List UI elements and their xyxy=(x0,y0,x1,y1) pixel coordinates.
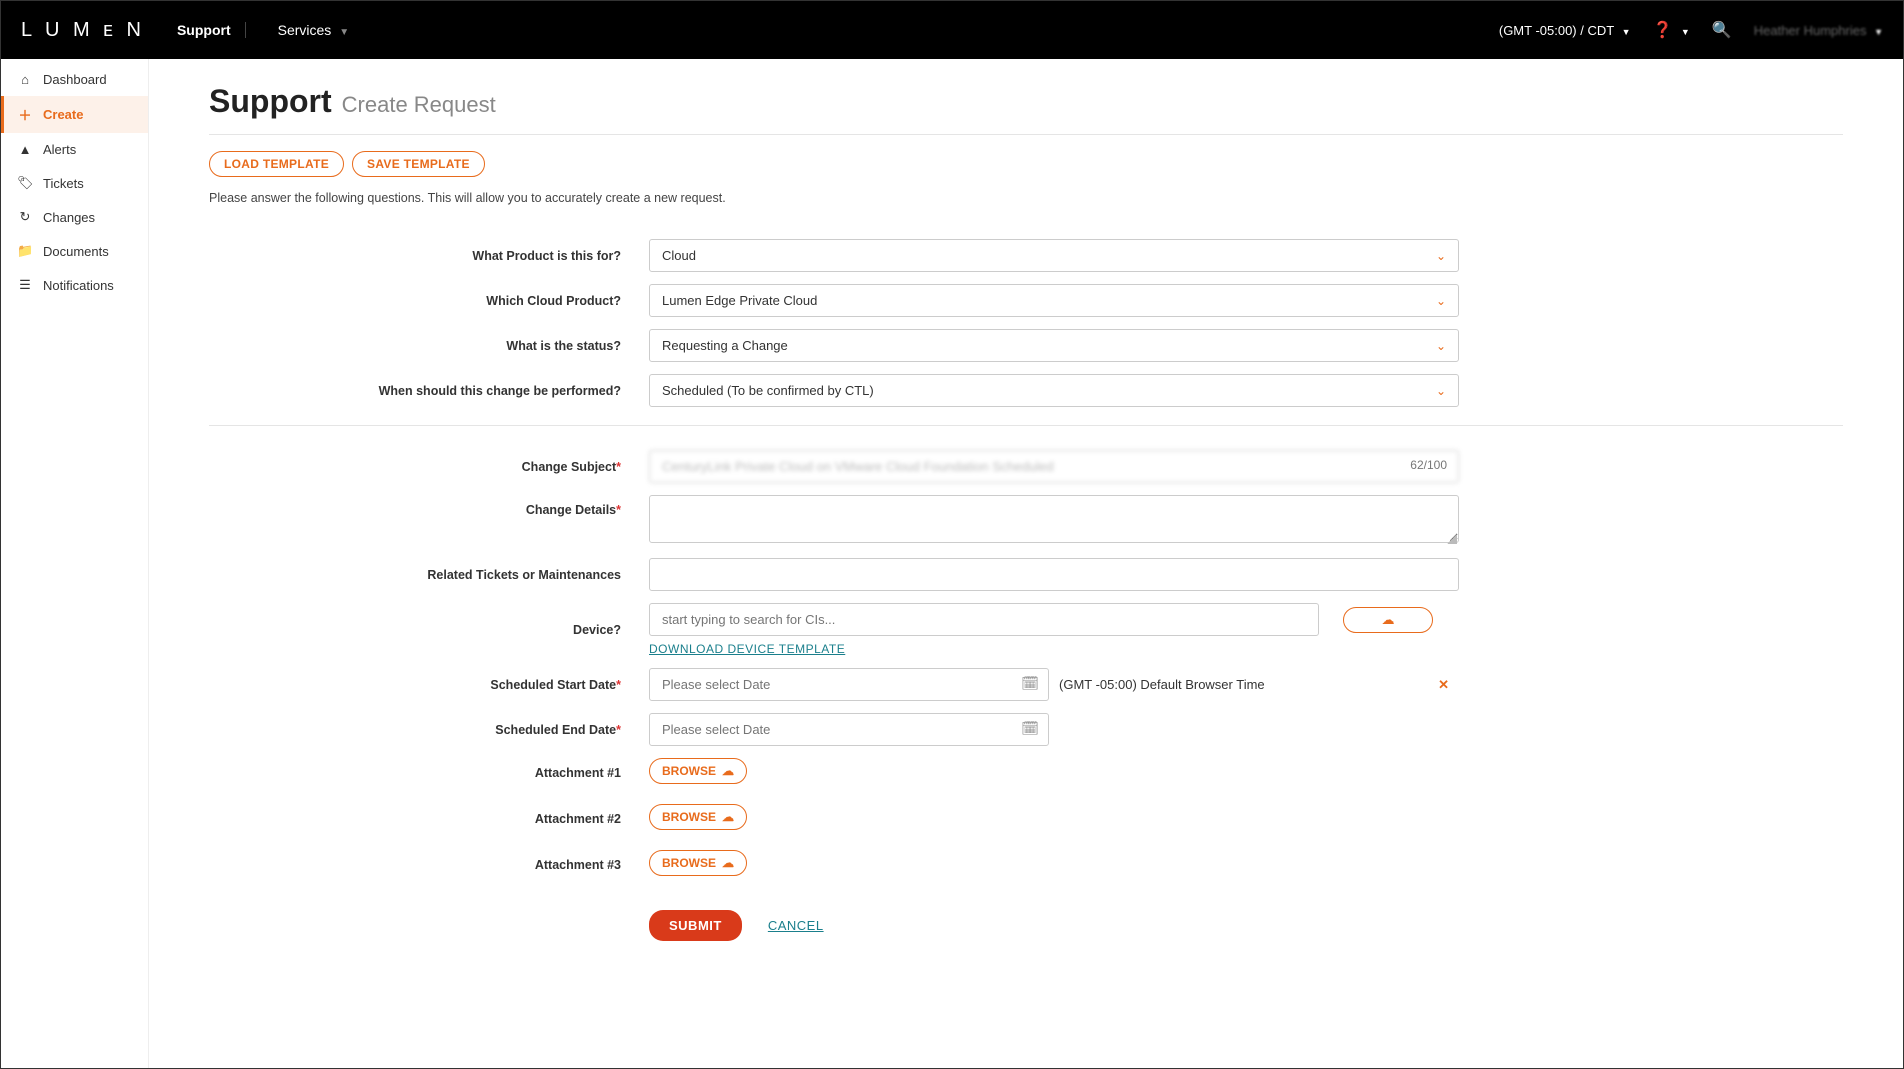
chevron-down-icon: ⌄ xyxy=(1436,384,1446,398)
label-end-date: Scheduled End Date* xyxy=(209,723,649,737)
submit-button[interactable]: SUBMIT xyxy=(649,910,742,941)
when-select[interactable]: Scheduled (To be confirmed by CTL) ⌄ xyxy=(649,374,1459,407)
sidebar-item-label: Dashboard xyxy=(43,72,107,87)
sidebar-item-tickets[interactable]: 🏷 Tickets xyxy=(1,166,148,200)
topbar: L U M ᴇ N Support Services ▼ (GMT -05:00… xyxy=(1,1,1903,59)
intro-text: Please answer the following questions. T… xyxy=(209,191,1843,205)
sidebar-item-label: Documents xyxy=(43,244,109,259)
end-date-input[interactable] xyxy=(649,713,1049,746)
browse-label: BROWSE xyxy=(662,856,716,870)
page-title: Support Create Request xyxy=(209,83,1843,120)
sidebar-item-label: Notifications xyxy=(43,278,114,293)
label-related: Related Tickets or Maintenances xyxy=(209,568,649,582)
ticket-icon: 🏷 xyxy=(17,175,33,191)
cloud-upload-icon: ☁ xyxy=(722,856,734,870)
cancel-link[interactable]: CANCEL xyxy=(768,918,824,933)
page-heading: Support xyxy=(209,83,332,120)
sidebar-item-create[interactable]: ＋ Create xyxy=(1,96,148,133)
sidebar-item-changes[interactable]: ↻ Changes xyxy=(1,200,148,234)
change-details-textarea[interactable] xyxy=(649,495,1459,543)
timezone-label: (GMT -05:00) Default Browser Time xyxy=(1059,677,1265,692)
chevron-down-icon: ▼ xyxy=(1874,27,1883,37)
cloud-product-select[interactable]: Lumen Edge Private Cloud ⌄ xyxy=(649,284,1459,317)
home-icon: ⌂ xyxy=(17,72,33,87)
start-date-input[interactable] xyxy=(649,668,1049,701)
label-status: What is the status? xyxy=(209,339,649,353)
sidebar-item-alerts[interactable]: ▲ Alerts xyxy=(1,133,148,166)
device-upload-button[interactable]: ☁ xyxy=(1343,607,1433,633)
timezone-label: (GMT -05:00) / CDT xyxy=(1499,23,1614,38)
status-select[interactable]: Requesting a Change ⌄ xyxy=(649,329,1459,362)
sidebar-item-label: Tickets xyxy=(43,176,84,191)
label-subject: Change Subject* xyxy=(209,460,649,474)
load-template-button[interactable]: LOAD TEMPLATE xyxy=(209,151,344,177)
save-template-button[interactable]: SAVE TEMPLATE xyxy=(352,151,485,177)
sidebar-item-notifications[interactable]: ☰ Notifications xyxy=(1,268,148,302)
plus-circle-icon: ＋ xyxy=(17,105,33,124)
sidebar-item-dashboard[interactable]: ⌂ Dashboard xyxy=(1,63,148,96)
create-request-form: What Product is this for? Cloud ⌄ Which … xyxy=(209,239,1843,941)
label-attachment-1: Attachment #1 xyxy=(209,762,649,780)
nav-services-label: Services xyxy=(278,22,332,38)
browse-attachment-2-button[interactable]: BROWSE ☁ xyxy=(649,804,747,830)
sidebar: ⌂ Dashboard ＋ Create ▲ Alerts 🏷 Tickets … xyxy=(1,59,149,1068)
search-icon: 🔍 xyxy=(1712,22,1732,39)
logo: L U M ᴇ N xyxy=(21,19,145,42)
cloud-product-select-value: Lumen Edge Private Cloud xyxy=(662,293,817,308)
download-device-template-link[interactable]: DOWNLOAD DEVICE TEMPLATE xyxy=(649,642,845,656)
clear-timezone-button[interactable]: ✕ xyxy=(1428,677,1459,693)
calendar-icon: 🗓 xyxy=(1021,675,1039,692)
label-attachment-3: Attachment #3 xyxy=(209,854,649,872)
product-select[interactable]: Cloud ⌄ xyxy=(649,239,1459,272)
cloud-upload-icon: ☁ xyxy=(722,764,734,778)
divider xyxy=(209,425,1843,426)
chevron-down-icon: ⌄ xyxy=(1436,294,1446,308)
chevron-down-icon: ⌄ xyxy=(1436,339,1446,353)
chevron-down-icon: ▼ xyxy=(1681,27,1690,37)
label-details: Change Details* xyxy=(209,495,649,517)
sidebar-item-documents[interactable]: 📁 Documents xyxy=(1,234,148,268)
browse-label: BROWSE xyxy=(662,810,716,824)
user-menu[interactable]: Heather Humphries ▼ xyxy=(1754,23,1883,38)
chevron-down-icon: ▼ xyxy=(1622,27,1631,37)
help-button[interactable]: ❓ ▼ xyxy=(1653,20,1690,40)
main-content: Support Create Request LOAD TEMPLATE SAV… xyxy=(149,59,1903,1068)
history-icon: ↻ xyxy=(17,209,33,225)
label-when: When should this change be performed? xyxy=(209,384,649,398)
divider xyxy=(209,134,1843,135)
subject-char-counter: 62/100 xyxy=(1410,458,1447,472)
calendar-icon: 🗓 xyxy=(1021,720,1039,737)
list-icon: ☰ xyxy=(17,277,33,293)
change-subject-input[interactable] xyxy=(649,450,1459,483)
user-name: Heather Humphries xyxy=(1754,23,1867,38)
status-select-value: Requesting a Change xyxy=(662,338,788,353)
sidebar-item-label: Alerts xyxy=(43,142,76,157)
page-subtitle: Create Request xyxy=(342,92,496,118)
label-device: Device? xyxy=(209,623,649,637)
browse-attachment-1-button[interactable]: BROWSE ☁ xyxy=(649,758,747,784)
search-button[interactable]: 🔍 xyxy=(1712,20,1732,40)
timezone-selector[interactable]: (GMT -05:00) / CDT ▼ xyxy=(1499,23,1631,38)
chevron-down-icon: ▼ xyxy=(339,27,349,38)
cloud-upload-icon: ☁ xyxy=(1382,612,1395,628)
chevron-down-icon: ⌄ xyxy=(1436,249,1446,263)
browse-label: BROWSE xyxy=(662,764,716,778)
label-start-date: Scheduled Start Date* xyxy=(209,678,649,692)
related-tickets-input[interactable] xyxy=(649,558,1459,591)
when-select-value: Scheduled (To be confirmed by CTL) xyxy=(662,383,874,398)
cloud-upload-icon: ☁ xyxy=(722,810,734,824)
device-search-input[interactable] xyxy=(649,603,1319,636)
folder-icon: 📁 xyxy=(17,243,33,259)
product-select-value: Cloud xyxy=(662,248,696,263)
alert-icon: ▲ xyxy=(17,142,33,157)
label-attachment-2: Attachment #2 xyxy=(209,808,649,826)
nav-services[interactable]: Services ▼ xyxy=(264,22,363,38)
sidebar-item-label: Changes xyxy=(43,210,95,225)
label-cloud-product: Which Cloud Product? xyxy=(209,294,649,308)
browse-attachment-3-button[interactable]: BROWSE ☁ xyxy=(649,850,747,876)
nav-support[interactable]: Support xyxy=(163,22,246,38)
sidebar-item-label: Create xyxy=(43,107,83,122)
label-product: What Product is this for? xyxy=(209,249,649,263)
help-icon: ❓ xyxy=(1653,22,1673,39)
